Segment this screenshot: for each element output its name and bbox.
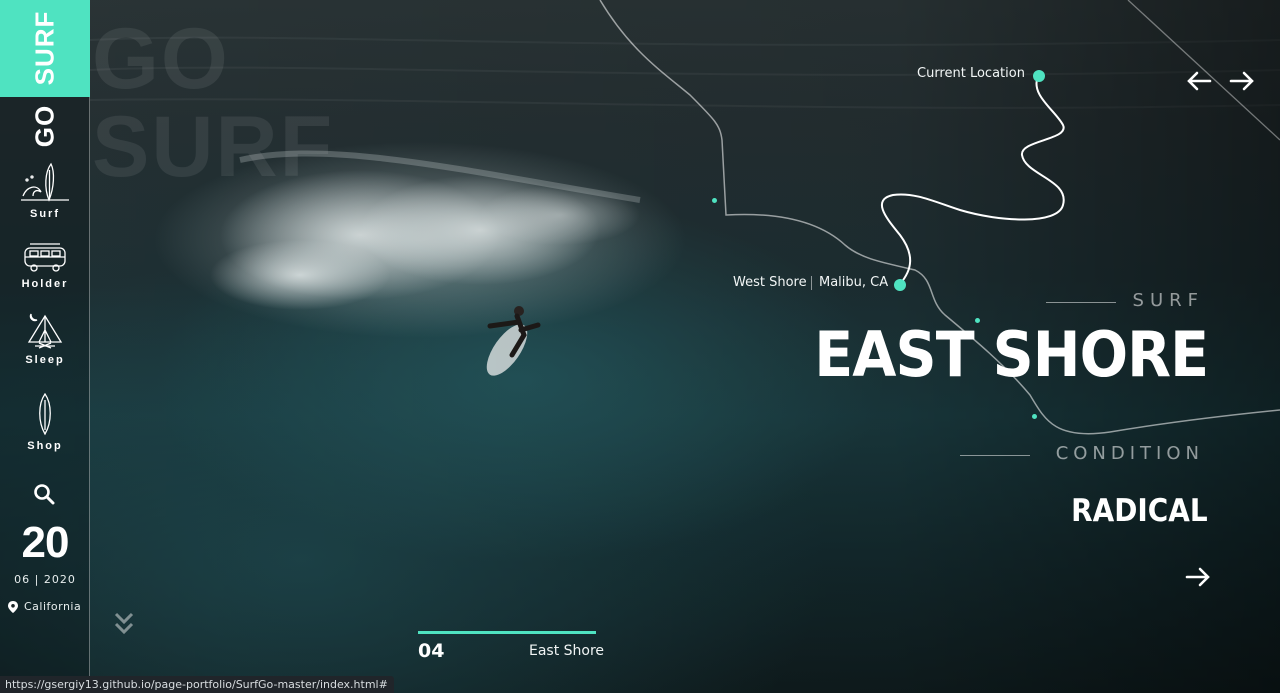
condition-divider xyxy=(960,455,1030,456)
label-divider xyxy=(811,276,812,290)
van-icon xyxy=(24,243,66,272)
search-icon[interactable] xyxy=(33,483,55,505)
ghost-surf-text: SURF xyxy=(92,99,335,195)
condition-value: RADICAL xyxy=(1071,493,1208,529)
current-location-label: Current Location xyxy=(917,66,1025,81)
nav-label-surf: Surf xyxy=(30,208,60,220)
read-more-arrow-icon[interactable] xyxy=(1185,567,1211,587)
nav-item-shop[interactable]: Shop xyxy=(0,392,90,452)
date-month-year: 06 | 2020 xyxy=(14,573,76,586)
slide-number: 04 xyxy=(418,640,445,662)
surfboard-icon xyxy=(39,392,51,436)
date-day: 20 xyxy=(21,518,70,567)
kicker-divider xyxy=(1046,302,1116,303)
slide-name[interactable]: East Shore xyxy=(529,643,604,659)
nav-item-surf[interactable]: Surf xyxy=(0,162,90,220)
sidebar: SURF GO Surf Holder Sleep Shop 20 06 | 2… xyxy=(0,0,90,693)
hero-title: EAST SHORE xyxy=(814,318,1209,391)
status-bar-url: https://gsergiy13.github.io/page-portfol… xyxy=(0,676,394,693)
scroll-down-chevrons-icon[interactable] xyxy=(114,611,134,637)
logo-badge[interactable]: SURF xyxy=(0,0,90,97)
location-label: California xyxy=(24,600,82,613)
map-pin-icon xyxy=(8,600,18,613)
arrow-left-icon[interactable] xyxy=(1186,71,1212,91)
arrow-right-icon[interactable] xyxy=(1229,71,1255,91)
location-indicator: California xyxy=(8,600,81,613)
map-point-marker xyxy=(712,198,717,203)
ghost-go-text: GO xyxy=(92,11,230,107)
tent-icon xyxy=(27,313,63,349)
current-location-marker[interactable] xyxy=(1033,70,1045,82)
malibu-label: Malibu, CA xyxy=(819,275,889,290)
west-shore-label: West Shore xyxy=(733,275,807,290)
map-point-marker xyxy=(1032,414,1037,419)
logo-go-text: GO xyxy=(29,104,60,148)
west-shore-marker[interactable] xyxy=(894,279,906,291)
logo-surf-text: SURF xyxy=(29,10,60,86)
hero-kicker: SURF xyxy=(1132,290,1204,311)
nav-label-holder: Holder xyxy=(21,278,69,290)
nav-label-sleep: Sleep xyxy=(25,354,65,366)
nav-item-sleep[interactable]: Sleep xyxy=(0,310,90,366)
nav-item-holder[interactable]: Holder xyxy=(0,242,90,290)
condition-kicker: CONDITION xyxy=(1055,443,1204,464)
slide-progress-bar xyxy=(418,631,596,634)
surfboard-wave-icon xyxy=(21,162,69,202)
nav-label-shop: Shop xyxy=(27,440,63,452)
